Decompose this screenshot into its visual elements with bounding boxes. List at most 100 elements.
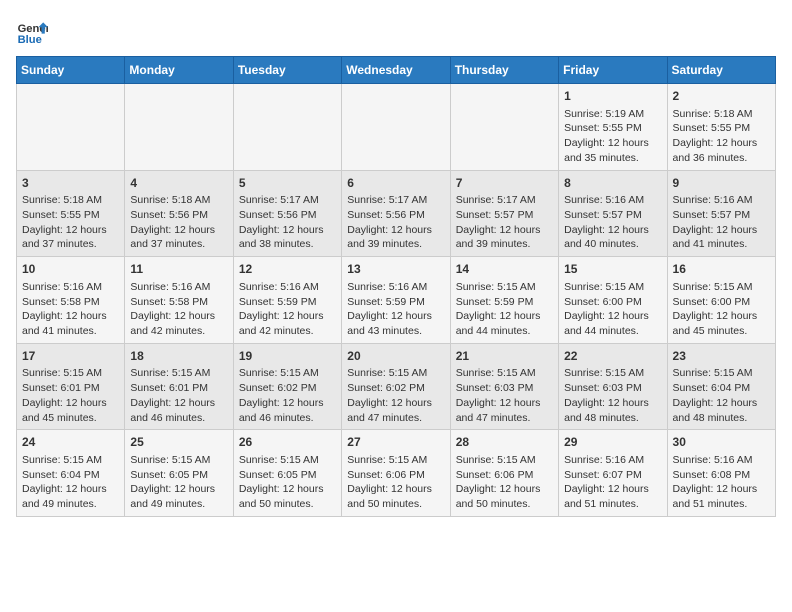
day-info-line: Daylight: 12 hours and 46 minutes. — [130, 396, 227, 425]
day-info-line: Daylight: 12 hours and 47 minutes. — [347, 396, 444, 425]
day-info-line: Daylight: 12 hours and 41 minutes. — [22, 309, 119, 338]
day-info-line: Sunset: 5:56 PM — [239, 208, 336, 223]
day-info-line: Sunrise: 5:15 AM — [673, 280, 770, 295]
calendar-cell: 20Sunrise: 5:15 AMSunset: 6:02 PMDayligh… — [342, 343, 450, 430]
calendar-cell: 8Sunrise: 5:16 AMSunset: 5:57 PMDaylight… — [559, 170, 667, 257]
calendar-cell: 19Sunrise: 5:15 AMSunset: 6:02 PMDayligh… — [233, 343, 341, 430]
day-number: 21 — [456, 348, 553, 365]
page-header: General Blue — [16, 16, 776, 48]
weekday-header-monday: Monday — [125, 57, 233, 84]
day-info-line: Sunset: 6:06 PM — [347, 468, 444, 483]
day-info-line: Sunset: 5:58 PM — [22, 295, 119, 310]
day-info-line: Sunrise: 5:16 AM — [564, 193, 661, 208]
calendar-cell: 3Sunrise: 5:18 AMSunset: 5:55 PMDaylight… — [17, 170, 125, 257]
day-number: 3 — [22, 175, 119, 192]
day-info-line: Sunrise: 5:15 AM — [456, 366, 553, 381]
day-number: 30 — [673, 434, 770, 451]
day-info-line: Sunrise: 5:15 AM — [564, 366, 661, 381]
day-info-line: Sunrise: 5:19 AM — [564, 107, 661, 122]
day-info-line: Sunrise: 5:15 AM — [347, 453, 444, 468]
day-info-line: Sunrise: 5:16 AM — [22, 280, 119, 295]
day-info-line: Daylight: 12 hours and 48 minutes. — [673, 396, 770, 425]
logo: General Blue — [16, 16, 52, 48]
day-info-line: Sunset: 5:56 PM — [347, 208, 444, 223]
day-info-line: Sunrise: 5:15 AM — [456, 280, 553, 295]
day-info-line: Sunset: 6:08 PM — [673, 468, 770, 483]
day-number: 29 — [564, 434, 661, 451]
calendar-cell: 25Sunrise: 5:15 AMSunset: 6:05 PMDayligh… — [125, 430, 233, 517]
day-info-line: Daylight: 12 hours and 49 minutes. — [130, 482, 227, 511]
day-info-line: Daylight: 12 hours and 37 minutes. — [130, 223, 227, 252]
day-number: 22 — [564, 348, 661, 365]
calendar-cell: 28Sunrise: 5:15 AMSunset: 6:06 PMDayligh… — [450, 430, 558, 517]
weekday-header-sunday: Sunday — [17, 57, 125, 84]
day-info-line: Sunrise: 5:15 AM — [456, 453, 553, 468]
day-info-line: Daylight: 12 hours and 42 minutes. — [239, 309, 336, 338]
calendar-cell: 14Sunrise: 5:15 AMSunset: 5:59 PMDayligh… — [450, 257, 558, 344]
day-info-line: Daylight: 12 hours and 50 minutes. — [347, 482, 444, 511]
day-info-line: Sunrise: 5:18 AM — [130, 193, 227, 208]
day-info-line: Daylight: 12 hours and 51 minutes. — [564, 482, 661, 511]
calendar-cell: 17Sunrise: 5:15 AMSunset: 6:01 PMDayligh… — [17, 343, 125, 430]
day-number: 27 — [347, 434, 444, 451]
day-number: 9 — [673, 175, 770, 192]
day-info-line: Sunset: 6:04 PM — [22, 468, 119, 483]
day-info-line: Sunset: 5:57 PM — [673, 208, 770, 223]
day-info-line: Sunset: 5:55 PM — [564, 121, 661, 136]
day-info-line: Daylight: 12 hours and 43 minutes. — [347, 309, 444, 338]
day-number: 11 — [130, 261, 227, 278]
day-info-line: Sunrise: 5:15 AM — [239, 453, 336, 468]
calendar-table: SundayMondayTuesdayWednesdayThursdayFrid… — [16, 56, 776, 517]
calendar-week-3: 10Sunrise: 5:16 AMSunset: 5:58 PMDayligh… — [17, 257, 776, 344]
day-number: 25 — [130, 434, 227, 451]
day-number: 12 — [239, 261, 336, 278]
weekday-header-saturday: Saturday — [667, 57, 775, 84]
day-info-line: Sunset: 6:04 PM — [673, 381, 770, 396]
day-info-line: Daylight: 12 hours and 44 minutes. — [456, 309, 553, 338]
day-info-line: Daylight: 12 hours and 45 minutes. — [673, 309, 770, 338]
day-info-line: Sunrise: 5:16 AM — [673, 453, 770, 468]
day-info-line: Sunrise: 5:16 AM — [564, 453, 661, 468]
day-number: 8 — [564, 175, 661, 192]
day-info-line: Sunset: 6:07 PM — [564, 468, 661, 483]
day-number: 19 — [239, 348, 336, 365]
day-info-line: Daylight: 12 hours and 36 minutes. — [673, 136, 770, 165]
day-info-line: Daylight: 12 hours and 48 minutes. — [564, 396, 661, 425]
calendar-cell: 4Sunrise: 5:18 AMSunset: 5:56 PMDaylight… — [125, 170, 233, 257]
calendar-cell: 5Sunrise: 5:17 AMSunset: 5:56 PMDaylight… — [233, 170, 341, 257]
day-info-line: Sunset: 5:59 PM — [456, 295, 553, 310]
calendar-cell: 22Sunrise: 5:15 AMSunset: 6:03 PMDayligh… — [559, 343, 667, 430]
day-info-line: Sunset: 5:56 PM — [130, 208, 227, 223]
day-info-line: Daylight: 12 hours and 45 minutes. — [22, 396, 119, 425]
day-number: 18 — [130, 348, 227, 365]
calendar-cell: 13Sunrise: 5:16 AMSunset: 5:59 PMDayligh… — [342, 257, 450, 344]
day-info-line: Sunrise: 5:16 AM — [239, 280, 336, 295]
day-number: 13 — [347, 261, 444, 278]
day-number: 16 — [673, 261, 770, 278]
day-info-line: Sunset: 6:00 PM — [564, 295, 661, 310]
day-info-line: Sunrise: 5:18 AM — [22, 193, 119, 208]
day-info-line: Daylight: 12 hours and 42 minutes. — [130, 309, 227, 338]
day-info-line: Sunset: 6:03 PM — [564, 381, 661, 396]
day-info-line: Sunrise: 5:18 AM — [673, 107, 770, 122]
day-number: 24 — [22, 434, 119, 451]
day-number: 2 — [673, 88, 770, 105]
day-info-line: Sunset: 5:57 PM — [456, 208, 553, 223]
day-info-line: Sunrise: 5:15 AM — [22, 453, 119, 468]
day-number: 5 — [239, 175, 336, 192]
day-info-line: Sunrise: 5:15 AM — [22, 366, 119, 381]
svg-text:Blue: Blue — [18, 34, 42, 46]
day-info-line: Sunrise: 5:15 AM — [673, 366, 770, 381]
calendar-cell: 7Sunrise: 5:17 AMSunset: 5:57 PMDaylight… — [450, 170, 558, 257]
calendar-week-1: 1Sunrise: 5:19 AMSunset: 5:55 PMDaylight… — [17, 84, 776, 171]
calendar-cell: 16Sunrise: 5:15 AMSunset: 6:00 PMDayligh… — [667, 257, 775, 344]
day-info-line: Daylight: 12 hours and 51 minutes. — [673, 482, 770, 511]
calendar-cell: 6Sunrise: 5:17 AMSunset: 5:56 PMDaylight… — [342, 170, 450, 257]
day-info-line: Daylight: 12 hours and 39 minutes. — [456, 223, 553, 252]
day-info-line: Daylight: 12 hours and 47 minutes. — [456, 396, 553, 425]
calendar-week-2: 3Sunrise: 5:18 AMSunset: 5:55 PMDaylight… — [17, 170, 776, 257]
weekday-header-tuesday: Tuesday — [233, 57, 341, 84]
day-info-line: Sunrise: 5:17 AM — [456, 193, 553, 208]
day-info-line: Daylight: 12 hours and 49 minutes. — [22, 482, 119, 511]
day-info-line: Daylight: 12 hours and 50 minutes. — [239, 482, 336, 511]
